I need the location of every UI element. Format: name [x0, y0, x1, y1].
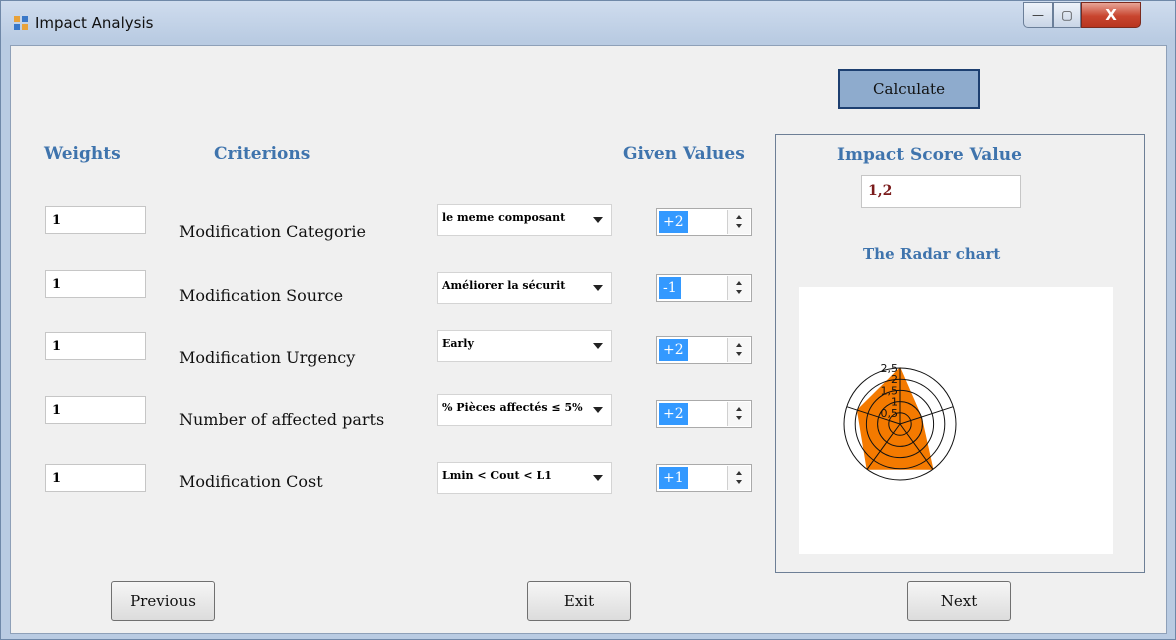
source-given-value[interactable]: -1 [659, 277, 681, 299]
minimize-button[interactable]: — [1023, 2, 1053, 28]
affected-parts-select-value: % Pièces affectés ≤ 5% [442, 401, 583, 414]
source-select-value: Améliorer la sécurit [442, 279, 566, 292]
category-select-value: le meme composant [442, 211, 566, 224]
spin-down-icon[interactable] [736, 290, 742, 294]
given-values-heading: Given Values [623, 144, 745, 164]
calculate-button[interactable]: Calculate [838, 69, 980, 109]
affected-parts-given-value-spinner[interactable]: +2 [656, 400, 752, 428]
source-select[interactable]: Améliorer la sécurit [437, 272, 612, 304]
spin-down-icon[interactable] [736, 224, 742, 228]
criterion-label-affected-parts: Number of affected parts [179, 410, 385, 429]
chevron-down-icon [593, 407, 603, 413]
spin-up-icon[interactable] [736, 215, 742, 219]
cost-select-value: Lmin < Cout < L1 [442, 469, 552, 482]
category-given-value[interactable]: +2 [659, 211, 688, 233]
criterion-label-category: Modification Categorie [179, 222, 366, 241]
spinner-arrows[interactable] [727, 466, 750, 490]
impact-score-heading: Impact Score Value [837, 145, 1022, 165]
spin-up-icon[interactable] [736, 407, 742, 411]
spin-up-icon[interactable] [736, 281, 742, 285]
radar-chart: 2,521,510,5 [843, 362, 957, 481]
weights-heading: Weights [44, 144, 121, 164]
affected-parts-select[interactable]: % Pièces affectés ≤ 5% [437, 394, 612, 426]
radar-chart-heading: The Radar chart [863, 245, 1001, 263]
impact-score-panel: Impact Score Value 1,2 The Radar chart 2… [775, 134, 1145, 573]
urgency-select-value: Early [442, 337, 474, 350]
impact-analysis-window: Impact Analysis — ▢ X Calculate Weights … [0, 0, 1176, 640]
chevron-down-icon [593, 475, 603, 481]
spin-down-icon[interactable] [736, 416, 742, 420]
spinner-arrows[interactable] [727, 276, 750, 300]
criterion-label-cost: Modification Cost [179, 472, 323, 491]
spin-down-icon[interactable] [736, 352, 742, 356]
spinner-arrows[interactable] [727, 210, 750, 234]
urgency-given-value[interactable]: +2 [659, 339, 688, 361]
close-icon: X [1105, 6, 1117, 24]
cost-given-value-spinner[interactable]: +1 [656, 464, 752, 492]
spin-down-icon[interactable] [736, 480, 742, 484]
weight-input-affected-parts[interactable]: 1 [45, 396, 146, 424]
weight-input-category[interactable]: 1 [45, 206, 146, 234]
minimize-icon: — [1032, 8, 1044, 22]
cost-select[interactable]: Lmin < Cout < L1 [437, 462, 612, 494]
spin-up-icon[interactable] [736, 343, 742, 347]
chevron-down-icon [593, 343, 603, 349]
affected-parts-given-value[interactable]: +2 [659, 403, 688, 425]
impact-score-field[interactable]: 1,2 [861, 175, 1021, 208]
maximize-button[interactable]: ▢ [1053, 2, 1081, 28]
radar-chart-area: 2,5 2 1,5 1 0,5 [799, 287, 1113, 554]
maximize-icon: ▢ [1061, 8, 1073, 22]
category-given-value-spinner[interactable]: +2 [656, 208, 752, 236]
spinner-arrows[interactable] [727, 338, 750, 362]
source-given-value-spinner[interactable]: -1 [656, 274, 752, 302]
criterions-heading: Criterions [214, 144, 311, 164]
criterion-label-urgency: Modification Urgency [179, 348, 356, 367]
category-select[interactable]: le meme composant [437, 204, 612, 236]
weight-input-cost[interactable]: 1 [45, 464, 146, 492]
title-bar[interactable]: Impact Analysis — ▢ X [1, 1, 1175, 45]
cost-given-value[interactable]: +1 [659, 467, 688, 489]
exit-button[interactable]: Exit [527, 581, 631, 621]
form-client-area: Calculate Weights Criterions Given Value… [10, 45, 1167, 634]
urgency-given-value-spinner[interactable]: +2 [656, 336, 752, 364]
spin-up-icon[interactable] [736, 471, 742, 475]
app-icon [14, 16, 28, 30]
next-button[interactable]: Next [907, 581, 1011, 621]
window-title: Impact Analysis [35, 14, 154, 32]
weight-input-source[interactable]: 1 [45, 270, 146, 298]
weight-input-urgency[interactable]: 1 [45, 332, 146, 360]
radar-tick-label: 0,5 [881, 407, 899, 420]
criterion-label-source: Modification Source [179, 286, 344, 305]
close-button[interactable]: X [1081, 2, 1141, 28]
chevron-down-icon [593, 285, 603, 291]
previous-button[interactable]: Previous [111, 581, 215, 621]
urgency-select[interactable]: Early [437, 330, 612, 362]
spinner-arrows[interactable] [727, 402, 750, 426]
chevron-down-icon [593, 217, 603, 223]
